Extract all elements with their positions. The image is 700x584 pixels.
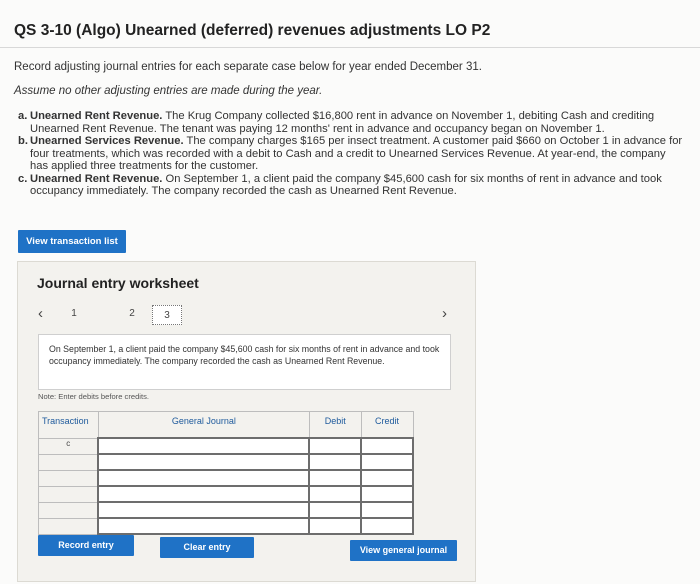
transaction-cell: c — [38, 437, 99, 455]
column-debit: Debit — [308, 411, 362, 439]
case-b-heading: Unearned Services Revenue. — [30, 135, 184, 147]
page-2-button[interactable]: 2 — [124, 308, 140, 319]
column-credit: Credit — [360, 411, 414, 439]
case-a-letter: a. — [18, 110, 28, 122]
journal-entry-worksheet: Journal entry worksheet ‹ 1 2 3 On Septe… — [17, 261, 476, 582]
column-transaction: Transaction — [38, 411, 99, 439]
debit-input[interactable] — [308, 517, 363, 535]
column-general-journal: General Journal — [97, 411, 310, 439]
general-journal-input[interactable] — [97, 437, 311, 455]
general-journal-input[interactable] — [97, 517, 311, 535]
general-journal-input[interactable] — [97, 469, 311, 487]
case-b-letter: b. — [18, 135, 28, 147]
clear-entry-button[interactable]: Clear entry — [160, 537, 254, 558]
instructions-text: Record adjusting journal entries for eac… — [14, 61, 482, 73]
case-list: a. Unearned Rent Revenue. The Krug Compa… — [18, 110, 684, 198]
debit-input[interactable] — [308, 453, 363, 471]
journal-table: Transaction General Journal Debit Credit… — [38, 411, 414, 535]
credit-input[interactable] — [360, 501, 414, 519]
table-row — [38, 469, 414, 487]
page-title: QS 3-10 (Algo) Unearned (deferred) reven… — [14, 22, 491, 39]
transaction-cell — [38, 501, 99, 519]
case-a-heading: Unearned Rent Revenue. — [30, 110, 163, 122]
debit-input[interactable] — [308, 437, 363, 455]
journal-rows: c — [38, 437, 414, 535]
credit-input[interactable] — [360, 437, 414, 455]
debit-input[interactable] — [308, 501, 363, 519]
table-row — [38, 501, 414, 519]
case-c: c. Unearned Rent Revenue. On September 1… — [18, 173, 684, 198]
transaction-cell — [38, 517, 99, 535]
credit-input[interactable] — [360, 469, 414, 487]
transaction-cell — [38, 469, 99, 487]
table-row: c — [38, 437, 414, 455]
table-row — [38, 485, 414, 503]
case-b: b. Unearned Services Revenue. The compan… — [18, 135, 684, 173]
debit-input[interactable] — [308, 469, 363, 487]
assumption-text: Assume no other adjusting entries are ma… — [14, 85, 323, 97]
case-a: a. Unearned Rent Revenue. The Krug Compa… — [18, 110, 684, 135]
transaction-cell — [38, 453, 99, 471]
record-entry-button[interactable]: Record entry — [38, 535, 134, 556]
case-c-heading: Unearned Rent Revenue. — [30, 172, 163, 185]
page-3-button[interactable]: 3 — [152, 305, 182, 325]
worksheet-title: Journal entry worksheet — [37, 275, 199, 291]
table-row — [38, 517, 414, 535]
table-row — [38, 453, 414, 471]
chevron-right-icon[interactable]: › — [442, 305, 447, 322]
debit-input[interactable] — [308, 485, 363, 503]
transaction-description: On September 1, a client paid the compan… — [38, 334, 451, 390]
worksheet-pager: ‹ 1 2 3 — [38, 305, 458, 325]
general-journal-input[interactable] — [97, 501, 311, 519]
case-c-letter: c. — [18, 172, 28, 185]
entry-note: Note: Enter debits before credits. — [38, 392, 150, 401]
general-journal-input[interactable] — [97, 485, 311, 503]
title-divider — [0, 47, 700, 48]
page-1-button[interactable]: 1 — [66, 308, 82, 319]
transaction-cell — [38, 485, 99, 503]
credit-input[interactable] — [360, 517, 414, 535]
chevron-left-icon[interactable]: ‹ — [38, 305, 43, 323]
credit-input[interactable] — [360, 485, 414, 503]
view-transaction-list-button[interactable]: View transaction list — [18, 230, 126, 253]
credit-input[interactable] — [360, 453, 414, 471]
general-journal-input[interactable] — [97, 453, 311, 471]
view-general-journal-button[interactable]: View general journal — [350, 540, 457, 561]
